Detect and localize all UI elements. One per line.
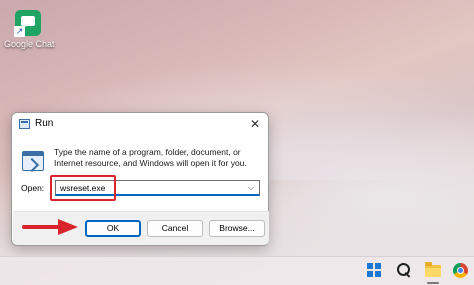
search-icon[interactable] xyxy=(396,262,412,278)
close-button[interactable]: ✕ xyxy=(247,116,263,132)
windows-start-icon[interactable] xyxy=(367,263,381,277)
desktop-shortcut-google-chat[interactable]: ↗ Google Chat xyxy=(4,10,55,49)
google-chat-icon: ↗ xyxy=(14,10,41,37)
chevron-down-icon[interactable]: ⌵ xyxy=(248,182,254,194)
shortcut-arrow-icon: ↗ xyxy=(14,26,25,37)
running-indicator xyxy=(427,282,439,284)
ok-button[interactable]: OK xyxy=(85,220,141,237)
dialog-description: Type the name of a program, folder, docu… xyxy=(54,147,247,168)
run-icon xyxy=(19,119,30,129)
annotation-highlight-box xyxy=(50,175,116,201)
desktop-shortcut-label: Google Chat xyxy=(4,39,55,49)
browse-button[interactable]: Browse... xyxy=(209,220,265,237)
taskbar xyxy=(0,256,474,285)
dialog-titlebar[interactable]: Run ✕ xyxy=(12,113,268,135)
chrome-icon[interactable] xyxy=(453,263,468,278)
annotation-arrow-shaft xyxy=(22,225,62,229)
file-explorer-icon[interactable] xyxy=(425,262,441,277)
dialog-title: Run xyxy=(35,118,54,129)
annotation-arrow-icon xyxy=(58,219,78,235)
run-program-icon xyxy=(22,151,44,171)
cancel-button[interactable]: Cancel xyxy=(147,220,203,237)
open-label: Open: xyxy=(21,183,45,193)
